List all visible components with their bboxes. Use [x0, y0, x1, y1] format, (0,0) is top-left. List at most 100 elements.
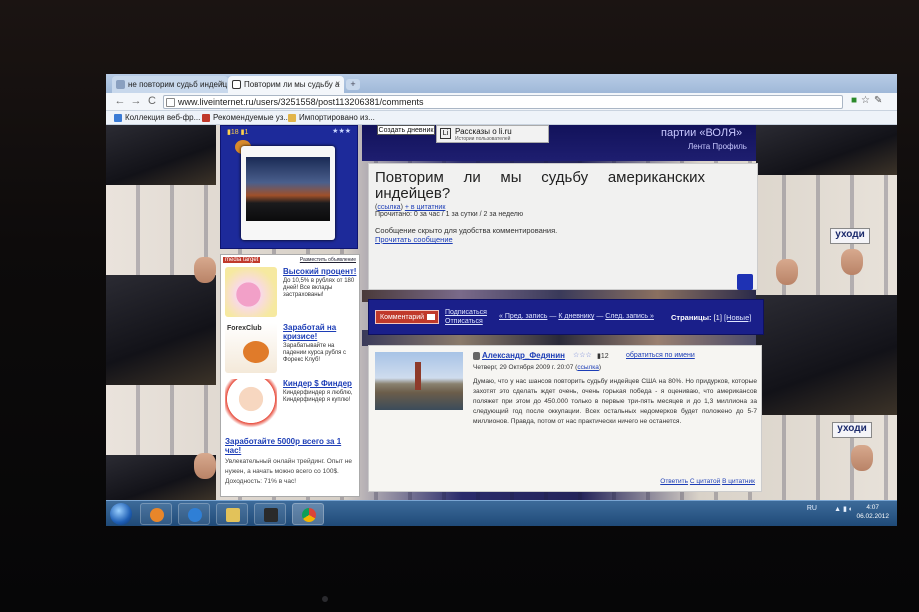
- ad-body: Увлекательный онлайн трейдинг. Опыт не н…: [225, 458, 353, 485]
- ad-title[interactable]: Киндер $ Финдер: [283, 379, 357, 388]
- unsubscribe-link[interactable]: Отписаться: [445, 317, 487, 326]
- explorer-button[interactable]: [216, 503, 248, 525]
- screen: не повторим судьб индейц × Повторим ли м…: [106, 74, 897, 526]
- subscribe-link[interactable]: Подписаться: [445, 308, 487, 317]
- protest-sign: уходи: [832, 422, 872, 438]
- diary-title: партии «ВОЛЯ»: [661, 127, 743, 139]
- ad-item[interactable]: Киндер $ Финдер Киндерфиндер я люблю, Ки…: [221, 379, 361, 435]
- ie-button[interactable]: [178, 503, 210, 525]
- language-indicator[interactable]: RU: [807, 505, 817, 512]
- profile-panel: ▮18 ▮1 ★★★: [220, 125, 358, 249]
- reply-link[interactable]: Ответить: [660, 478, 688, 485]
- ad-item[interactable]: Высокий процент! До 10,5% в рублях от 18…: [221, 267, 361, 323]
- profile-counts: ▮18 ▮1: [227, 129, 249, 136]
- ad-item[interactable]: ForexClub Заработай на кризисе! Зарабаты…: [221, 323, 361, 379]
- kremlin-avatar[interactable]: [375, 352, 463, 410]
- post-box: Повторим ли мы судьбу американских индей…: [368, 163, 758, 290]
- li-banner-subtitle: Истории пользователей: [455, 136, 511, 142]
- page-new-link[interactable]: [Новые]: [724, 313, 751, 322]
- tab-2-title: Повторим ли мы судьбу а: [244, 80, 340, 89]
- ad-title[interactable]: Высокий процент!: [283, 267, 357, 276]
- comment-link[interactable]: ссылка: [577, 364, 599, 371]
- post-navigation: « Пред. запись — К дневнику — След. запи…: [499, 313, 654, 320]
- folder-icon: [226, 508, 240, 522]
- tray-icons[interactable]: ▲ ▮ ◐: [834, 505, 853, 513]
- address-bar[interactable]: www.liveinternet.ru/users/3251558/post11…: [163, 95, 843, 109]
- li-stories-banner[interactable]: Li Рассказы о li.ru Истории пользователе…: [436, 125, 549, 143]
- app-button[interactable]: [254, 503, 286, 525]
- add-to-quotebook-link[interactable]: + в цитатник: [405, 204, 446, 211]
- other-count: 1: [244, 129, 249, 136]
- ie-icon: [188, 508, 202, 522]
- close-tab-icon[interactable]: ×: [219, 79, 224, 88]
- create-diary-button[interactable]: Создать дневник: [377, 125, 435, 135]
- place-ad-link[interactable]: Разместить объявление: [300, 257, 356, 263]
- author-count-value: 12: [600, 353, 609, 360]
- background-photo: [106, 125, 216, 185]
- li-banner-title: Рассказы о li.ru: [455, 127, 512, 136]
- comment-text: Думаю, что у нас шансов повторить судьбу…: [473, 378, 757, 425]
- pages-label: Страницы:: [671, 313, 712, 322]
- sunset-image: [246, 157, 330, 221]
- to-diary-link[interactable]: К дневнику: [558, 313, 594, 320]
- media-player-button[interactable]: [140, 503, 172, 525]
- close-tab-icon[interactable]: ×: [335, 79, 340, 88]
- protest-sign: уходи: [830, 228, 870, 244]
- photo-face: [841, 249, 863, 275]
- next-post-link[interactable]: След. запись »: [605, 313, 654, 320]
- background-photo: [756, 295, 897, 415]
- chrome-button[interactable]: [292, 503, 324, 525]
- wrench-icon[interactable]: ✎: [874, 95, 886, 106]
- url-text: www.liveinternet.ru/users/3251558/post11…: [178, 97, 424, 107]
- photo-face: [194, 257, 216, 283]
- folder-icon: [288, 114, 296, 122]
- photo-face: [194, 453, 216, 479]
- forward-button[interactable]: →: [130, 95, 142, 108]
- read-message-link[interactable]: Прочитать сообщение: [375, 235, 453, 244]
- subscription-links: Подписаться Отписаться: [445, 308, 487, 326]
- to-quotebook-link[interactable]: В цитатник: [722, 478, 755, 485]
- user-icon: [473, 352, 480, 360]
- back-button[interactable]: ←: [114, 95, 126, 108]
- reply-by-name-link[interactable]: обратиться по имени: [626, 352, 695, 359]
- ad-body: До 10,5% в рублях от 180 дней! Все вклад…: [283, 278, 355, 298]
- tab-2[interactable]: Повторим ли мы судьбу а ×: [228, 76, 344, 93]
- window-icon: [264, 508, 278, 522]
- new-tab-button[interactable]: +: [346, 79, 360, 90]
- reload-button[interactable]: C: [146, 95, 158, 108]
- ie-icon: [202, 114, 210, 122]
- tower-shape: [415, 362, 421, 390]
- hidden-note: Сообщение скрыто для удобства комментиро…: [375, 226, 558, 235]
- profile-feed-link[interactable]: Лента Профиль: [688, 142, 747, 151]
- forex-club-logo: ForexClub: [225, 323, 277, 373]
- prev-post-link[interactable]: « Пред. запись: [499, 313, 547, 320]
- clock-date: 06.02.2012: [856, 513, 889, 520]
- page-current: [1]: [713, 313, 722, 322]
- tab-1-title: не повторим судьб индейц: [128, 80, 228, 89]
- extension-icon[interactable]: ■: [851, 95, 861, 106]
- scroll-up-button[interactable]: [737, 274, 753, 290]
- comment-author[interactable]: Александр_Федянин: [482, 351, 565, 360]
- bookmark-star-icon[interactable]: ☆: [861, 95, 874, 106]
- start-button[interactable]: [110, 503, 132, 525]
- reply-with-quote-link[interactable]: С цитатой: [690, 478, 720, 485]
- clock-time: 4:07: [866, 504, 880, 511]
- bookmark-item[interactable]: Импортировано из...: [288, 113, 375, 122]
- ad-title[interactable]: Заработай на кризисе!: [283, 323, 357, 341]
- comment-button[interactable]: Комментарий: [375, 310, 439, 324]
- rating-stars: ★★★: [332, 128, 351, 135]
- comment-date: Четверг, 29 Октября 2009 г. 20:07 (ссылк…: [473, 364, 602, 371]
- comment-actions: Ответить С цитатой В цитатник: [660, 478, 755, 485]
- bookmark-label: Рекомендуемые уз...: [213, 113, 291, 122]
- clock[interactable]: 4:07 06.02.2012: [856, 503, 889, 521]
- avatar[interactable]: [241, 146, 335, 240]
- bookmark-item[interactable]: Рекомендуемые уз...: [202, 113, 290, 122]
- message-icon: [427, 314, 435, 320]
- tab-1[interactable]: не повторим судьб индейц ×: [112, 76, 228, 93]
- photo-face: [851, 445, 873, 471]
- tab-strip: не повторим судьб индейц × Повторим ли м…: [106, 74, 897, 93]
- ad-title[interactable]: Заработайте 5000р всего за 1 час!: [225, 437, 355, 455]
- post-link[interactable]: ссылка: [377, 204, 400, 211]
- bookmark-item[interactable]: Коллекция веб-фр...: [114, 113, 200, 122]
- ad-item[interactable]: Заработайте 5000р всего за 1 час! Увлека…: [221, 437, 361, 497]
